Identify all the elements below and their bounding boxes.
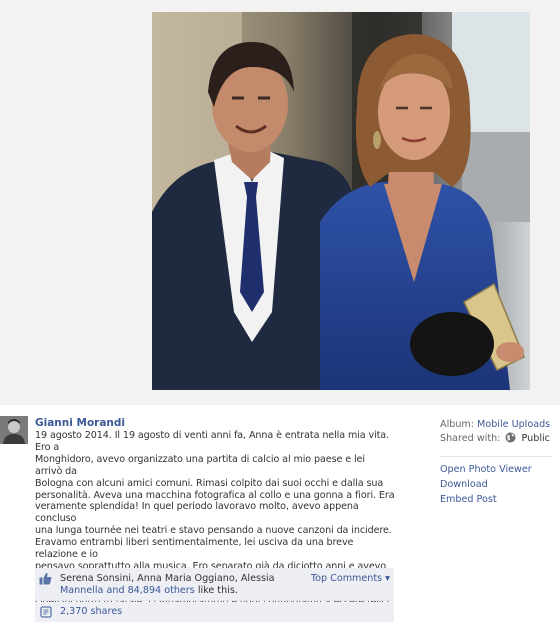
photo-side-panel: Album: Mobile Uploads Shared with: Publi… (440, 418, 560, 507)
shares-row: 2,370 shares (35, 602, 394, 622)
thumbs-up-icon[interactable] (39, 572, 52, 588)
privacy-value[interactable]: Public (522, 433, 550, 444)
couple-photo-illustration (152, 12, 530, 390)
album-row: Album: Mobile Uploads (440, 418, 560, 432)
author-avatar[interactable] (0, 416, 28, 444)
album-label: Album: (440, 419, 474, 430)
author-name-link[interactable]: Gianni Morandi (35, 416, 395, 430)
shares-link[interactable]: 2,370 shares (60, 606, 122, 617)
feedback-box: Serena Sonsini, Anna Maria Oggiano, Ales… (35, 568, 394, 622)
shared-with-label: Shared with: (440, 433, 501, 444)
open-photo-viewer-link[interactable]: Open Photo Viewer (440, 462, 560, 477)
privacy-row: Shared with: Public (440, 432, 560, 448)
likers-line-2-rest: like this. (194, 585, 238, 596)
embed-post-link[interactable]: Embed Post (440, 492, 560, 507)
post-photo[interactable] (152, 12, 530, 390)
likers-line-1[interactable]: Serena Sonsini, Anna Maria Oggiano, Ales… (60, 573, 275, 584)
globe-icon (505, 432, 516, 448)
top-comments-dropdown[interactable]: Top Comments ▾ (311, 573, 390, 584)
photo-stage (0, 0, 560, 405)
likers-text: Serena Sonsini, Anna Maria Oggiano, Ales… (60, 573, 310, 597)
side-divider (440, 456, 552, 457)
download-link[interactable]: Download (440, 477, 560, 492)
album-link[interactable]: Mobile Uploads (477, 419, 550, 430)
share-icon (40, 606, 52, 621)
likes-row: Serena Sonsini, Anna Maria Oggiano, Ales… (35, 568, 394, 601)
likers-others-link[interactable]: Mannella and 84,894 others (60, 585, 195, 596)
